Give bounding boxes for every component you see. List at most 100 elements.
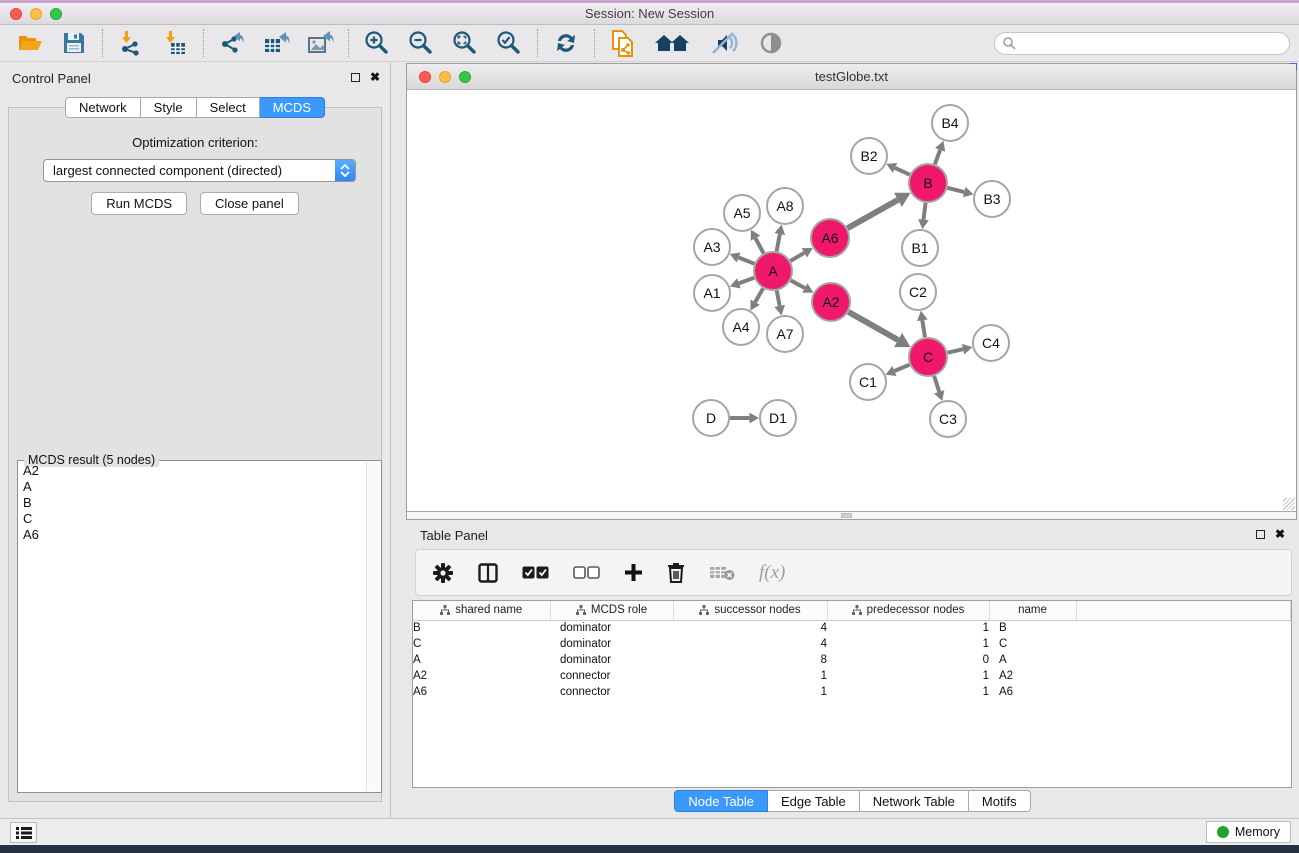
graph-edge[interactable] bbox=[948, 349, 964, 352]
graph-node-a3[interactable]: A3 bbox=[694, 229, 730, 265]
graph-node-d1[interactable]: D1 bbox=[760, 400, 796, 436]
split-view-icon[interactable] bbox=[478, 563, 498, 583]
deselect-all-icon[interactable] bbox=[573, 566, 600, 579]
graph-node-a8[interactable]: A8 bbox=[767, 188, 803, 224]
graph-edge[interactable] bbox=[739, 257, 755, 263]
close-panel-icon[interactable]: ✖ bbox=[370, 72, 380, 82]
column-header[interactable]: shared name bbox=[413, 601, 550, 620]
table-cell[interactable]: 4 bbox=[673, 620, 827, 636]
graph-edge[interactable] bbox=[923, 203, 925, 220]
clone-network-icon[interactable] bbox=[609, 30, 637, 56]
export-table-icon[interactable] bbox=[262, 30, 290, 56]
table-cell[interactable]: 1 bbox=[673, 684, 827, 700]
result-item[interactable]: A bbox=[20, 479, 365, 495]
export-image-icon[interactable] bbox=[306, 30, 334, 56]
tab-style[interactable]: Style bbox=[141, 97, 197, 118]
zoom-fit-icon[interactable] bbox=[451, 30, 479, 56]
result-scrollbar[interactable] bbox=[366, 462, 380, 791]
zoom-in-icon[interactable] bbox=[363, 30, 391, 56]
select-all-icon[interactable] bbox=[522, 566, 549, 579]
save-session-icon[interactable] bbox=[60, 30, 88, 56]
table-cell[interactable]: A bbox=[989, 652, 1076, 668]
result-item[interactable]: B bbox=[20, 495, 365, 511]
table-cell[interactable]: C bbox=[989, 636, 1076, 652]
tab-network[interactable]: Network bbox=[65, 97, 141, 118]
table-cell[interactable]: C bbox=[413, 636, 550, 652]
run-mcds-button[interactable]: Run MCDS bbox=[91, 192, 187, 215]
tab-network-table[interactable]: Network Table bbox=[860, 790, 969, 812]
table-cell[interactable]: dominator bbox=[550, 636, 673, 652]
zoom-out-icon[interactable] bbox=[407, 30, 435, 56]
search-input[interactable] bbox=[994, 32, 1290, 55]
close-table-panel-icon[interactable]: ✖ bbox=[1275, 529, 1285, 539]
graph-edge[interactable] bbox=[935, 150, 940, 164]
graph-node-b2[interactable]: B2 bbox=[851, 138, 887, 174]
export-network-icon[interactable] bbox=[218, 30, 246, 56]
result-item[interactable]: A2 bbox=[20, 463, 365, 479]
table-row[interactable]: A2connector11A2 bbox=[413, 668, 1291, 684]
table-cell[interactable]: connector bbox=[550, 684, 673, 700]
network-hscrollbar[interactable] bbox=[407, 511, 1296, 519]
import-table-icon[interactable] bbox=[161, 30, 189, 56]
graph-node-c4[interactable]: C4 bbox=[973, 325, 1009, 361]
graph-edge[interactable] bbox=[777, 291, 780, 306]
table-row[interactable]: Bdominator41B bbox=[413, 620, 1291, 636]
function-builder-icon[interactable]: f(x) bbox=[759, 562, 785, 584]
graph-edge[interactable] bbox=[755, 288, 763, 302]
graph-edge[interactable] bbox=[847, 200, 898, 228]
settings-icon[interactable] bbox=[432, 562, 454, 584]
table-cell[interactable]: dominator bbox=[550, 652, 673, 668]
network-graph[interactable]: B4B2BB3A8A5A6A3B1AA1C2A2A4A7C4CC1C3DD1 bbox=[407, 90, 1296, 511]
show-all-icon[interactable] bbox=[653, 30, 691, 56]
tab-node-table[interactable]: Node Table bbox=[674, 790, 768, 812]
table-cell[interactable]: 1 bbox=[827, 636, 989, 652]
table-row[interactable]: A6connector11A6 bbox=[413, 684, 1291, 700]
tab-select[interactable]: Select bbox=[197, 97, 260, 118]
show-graphics-details-icon[interactable] bbox=[757, 30, 785, 56]
graph-edge[interactable] bbox=[894, 365, 909, 371]
graph-node-c3[interactable]: C3 bbox=[930, 401, 966, 437]
table-cell[interactable]: 4 bbox=[673, 636, 827, 652]
table-cell[interactable]: A2 bbox=[413, 668, 550, 684]
task-history-button[interactable] bbox=[10, 822, 37, 843]
table-cell[interactable]: 1 bbox=[827, 668, 989, 684]
column-header[interactable]: MCDS role bbox=[550, 601, 673, 620]
memory-button[interactable]: Memory bbox=[1206, 821, 1291, 843]
graph-node-b[interactable]: B bbox=[909, 164, 947, 202]
close-panel-button[interactable]: Close panel bbox=[200, 192, 299, 215]
tab-edge-table[interactable]: Edge Table bbox=[768, 790, 860, 812]
delete-table-icon[interactable] bbox=[709, 565, 735, 581]
hide-selected-icon[interactable] bbox=[707, 30, 741, 56]
float-table-panel-icon[interactable] bbox=[1256, 530, 1265, 539]
network-canvas[interactable]: B4B2BB3A8A5A6A3B1AA1C2A2A4A7C4CC1C3DD1 bbox=[407, 90, 1296, 511]
table-cell[interactable]: A bbox=[413, 652, 550, 668]
graph-node-c2[interactable]: C2 bbox=[900, 274, 936, 310]
result-item[interactable]: C bbox=[20, 511, 365, 527]
table-cell[interactable]: 1 bbox=[827, 684, 989, 700]
graph-node-c[interactable]: C bbox=[909, 338, 947, 376]
add-column-icon[interactable] bbox=[624, 563, 643, 582]
table-cell[interactable]: 8 bbox=[673, 652, 827, 668]
open-session-icon[interactable] bbox=[16, 30, 44, 56]
import-network-icon[interactable] bbox=[117, 30, 145, 56]
graph-edge[interactable] bbox=[755, 238, 763, 253]
graph-node-a7[interactable]: A7 bbox=[767, 316, 803, 352]
graph-node-d[interactable]: D bbox=[693, 400, 729, 436]
table-cell[interactable]: 0 bbox=[827, 652, 989, 668]
optimization-criterion-select[interactable]: largest connected component (directed) bbox=[43, 159, 356, 182]
tab-motifs[interactable]: Motifs bbox=[969, 790, 1031, 812]
graph-node-a6[interactable]: A6 bbox=[811, 219, 849, 257]
graph-node-a2[interactable]: A2 bbox=[812, 283, 850, 321]
network-hscroll-thumb[interactable] bbox=[841, 513, 852, 518]
table-cell[interactable]: A6 bbox=[989, 684, 1076, 700]
graph-edge[interactable] bbox=[777, 234, 780, 251]
table-row[interactable]: Cdominator41C bbox=[413, 636, 1291, 652]
delete-column-icon[interactable] bbox=[667, 562, 685, 583]
graph-node-b1[interactable]: B1 bbox=[902, 230, 938, 266]
graph-node-c1[interactable]: C1 bbox=[850, 364, 886, 400]
result-item[interactable]: A6 bbox=[20, 527, 365, 543]
apply-layout-icon[interactable] bbox=[552, 30, 580, 56]
resize-grip-icon[interactable] bbox=[1283, 498, 1295, 510]
table-cell[interactable]: 1 bbox=[673, 668, 827, 684]
float-panel-icon[interactable] bbox=[351, 73, 360, 82]
